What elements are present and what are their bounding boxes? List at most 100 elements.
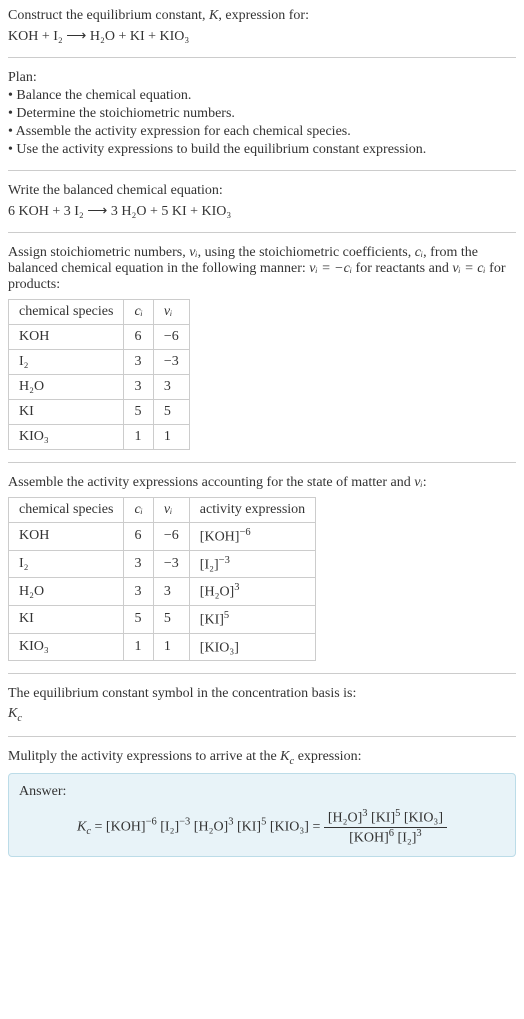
- multiply-section: Mulitply the activity expressions to arr…: [8, 749, 516, 767]
- stoich-text: Assign stoichiometric numbers, νᵢ, using…: [8, 245, 516, 293]
- answer-equation: Kc = [KOH]−6 [I₂]−3 [H₂O]3 [KI]5 [KIO₃] …: [19, 808, 505, 846]
- exp: 3: [228, 817, 233, 828]
- balanced-heading: Write the balanced chemical equation:: [8, 183, 516, 199]
- cell-species: KI: [9, 605, 124, 633]
- exp: 5: [261, 817, 266, 828]
- activity-section: Assemble the activity expressions accoun…: [8, 475, 516, 661]
- symbol-section: The equilibrium constant symbol in the c…: [8, 686, 516, 724]
- table-row: KIO₃11[KIO₃]: [9, 633, 316, 661]
- cell-species: KIO₃: [9, 633, 124, 661]
- term: [KOH]: [106, 819, 146, 834]
- cell-species: H₂O: [9, 578, 124, 606]
- term: [KI]: [237, 819, 261, 834]
- plan-heading: Plan:: [8, 70, 516, 86]
- term: [I₂]: [160, 819, 179, 834]
- divider: [8, 736, 516, 737]
- cell-v: −6: [153, 523, 189, 551]
- exp: −6: [146, 817, 157, 828]
- stoich-section: Assign stoichiometric numbers, νᵢ, using…: [8, 245, 516, 450]
- base: [KOH]: [200, 530, 240, 545]
- exp: 5: [224, 610, 229, 621]
- cell-species: KOH: [9, 325, 124, 350]
- text: Assemble the activity expressions accoun…: [8, 475, 414, 490]
- text: Mulitply the activity expressions to arr…: [8, 749, 280, 764]
- cell-c: 6: [124, 523, 153, 551]
- cell-c: 3: [124, 578, 153, 606]
- K: K: [77, 819, 86, 834]
- prompt-text: Construct the equilibrium constant,: [8, 8, 209, 23]
- term: [H₂O]: [328, 811, 362, 826]
- col-ci: cᵢ: [124, 498, 153, 523]
- divider: [8, 57, 516, 58]
- kc-symbol: Kc: [8, 706, 516, 724]
- cell-v: 3: [153, 578, 189, 606]
- exp: −3: [219, 555, 230, 566]
- col-vi: νᵢ: [153, 300, 189, 325]
- col-activity: activity expression: [189, 498, 315, 523]
- col-ci: cᵢ: [124, 300, 153, 325]
- cell-activity: [KOH]−6: [189, 523, 315, 551]
- cell-species: H₂O: [9, 375, 124, 400]
- divider: [8, 232, 516, 233]
- cell-activity: [H₂O]3: [189, 578, 315, 606]
- cell-activity: [KI]5: [189, 605, 315, 633]
- divider: [8, 170, 516, 171]
- term: [I₂]: [398, 830, 417, 845]
- divider: [8, 673, 516, 674]
- ci-symbol: cᵢ: [415, 245, 423, 260]
- activity-table: chemical species cᵢ νᵢ activity expressi…: [8, 497, 316, 661]
- cell-v: 5: [153, 400, 189, 425]
- sub: c: [17, 713, 22, 724]
- cell-v: 1: [153, 425, 189, 450]
- table-row: H₂O33[H₂O]3: [9, 578, 316, 606]
- term: [H₂O]: [194, 819, 228, 834]
- table-row: I₂3−3: [9, 350, 190, 375]
- plan-item: • Use the activity expressions to build …: [8, 142, 516, 158]
- equals: =: [91, 819, 106, 834]
- stoich-table: chemical species cᵢ νᵢ KOH6−6 I₂3−3 H₂O3…: [8, 299, 190, 450]
- nu-symbol: νᵢ: [189, 245, 197, 260]
- K: K: [8, 706, 17, 721]
- table-row: H₂O33: [9, 375, 190, 400]
- K: K: [280, 749, 289, 764]
- base: [I₂]: [200, 557, 219, 572]
- text: expression:: [294, 749, 361, 764]
- table-row: KOH6−6: [9, 325, 190, 350]
- table-row: KOH6−6[KOH]−6: [9, 523, 316, 551]
- activity-heading: Assemble the activity expressions accoun…: [8, 475, 516, 491]
- col-species: chemical species: [9, 498, 124, 523]
- relation: νᵢ = cᵢ: [452, 261, 485, 276]
- equals: =: [309, 819, 324, 834]
- exp: 3: [234, 582, 239, 593]
- cell-activity: [KIO₃]: [189, 633, 315, 661]
- plan-section: Plan: • Balance the chemical equation. •…: [8, 70, 516, 158]
- cell-c: 1: [124, 425, 153, 450]
- col-species: chemical species: [9, 300, 124, 325]
- plan-item: • Assemble the activity expression for e…: [8, 124, 516, 140]
- symbol-text: The equilibrium constant symbol in the c…: [8, 686, 516, 702]
- plan-list: • Balance the chemical equation. • Deter…: [8, 88, 516, 158]
- cell-c: 3: [124, 550, 153, 578]
- term: [KOH]: [349, 830, 389, 845]
- text: Assign stoichiometric numbers,: [8, 245, 189, 260]
- exp: 3: [362, 808, 367, 819]
- plan-item: • Determine the stoichiometric numbers.: [8, 106, 516, 122]
- exp: −3: [179, 817, 190, 828]
- term: [KIO₃]: [404, 811, 443, 826]
- table-row: I₂3−3[I₂]−3: [9, 550, 316, 578]
- cell-species: I₂: [9, 350, 124, 375]
- cell-species: KOH: [9, 523, 124, 551]
- text: for reactants and: [352, 261, 452, 276]
- term: [KI]: [371, 811, 395, 826]
- table-header-row: chemical species cᵢ νᵢ: [9, 300, 190, 325]
- cell-v: 5: [153, 605, 189, 633]
- cell-species: KI: [9, 400, 124, 425]
- prompt-section: Construct the equilibrium constant, K, e…: [8, 8, 516, 45]
- relation: νᵢ = −cᵢ: [309, 261, 352, 276]
- exp: −6: [239, 527, 250, 538]
- answer-label: Answer:: [19, 784, 505, 800]
- table-row: KI 5 5[KI]5: [9, 605, 316, 633]
- numerator: [H₂O]3 [KI]5 [KIO₃]: [324, 808, 447, 828]
- prompt-text-b: , expression for:: [218, 8, 309, 23]
- base: [KI]: [200, 613, 224, 628]
